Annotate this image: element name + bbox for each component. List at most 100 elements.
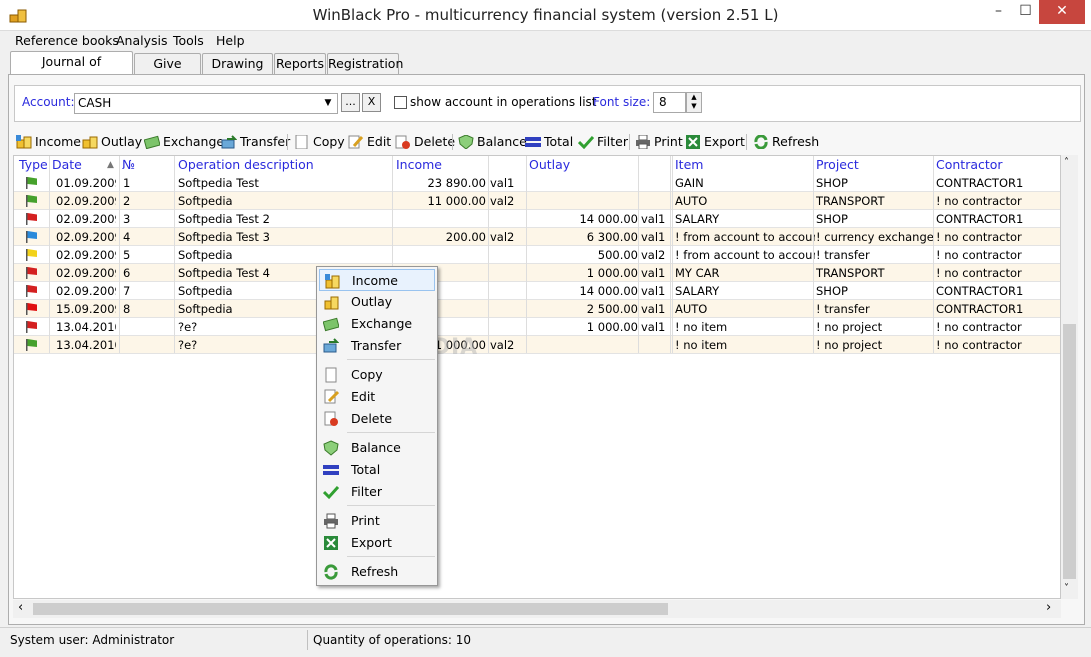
printer-icon: [323, 513, 339, 529]
outlay-button[interactable]: Outlay: [82, 131, 142, 153]
horizontal-scrollbar[interactable]: ‹ ›: [13, 600, 1061, 618]
balance-button[interactable]: Balance: [458, 131, 527, 153]
minimize-button[interactable]: –: [985, 0, 1012, 24]
context-menu-balance[interactable]: Balance: [319, 437, 435, 459]
status-count: Quantity of operations: 10: [313, 633, 472, 647]
column-divider: [672, 156, 673, 353]
clear-account-button[interactable]: X: [362, 93, 381, 112]
tab-strip: Journal of operations Give credit Drawin…: [0, 51, 1091, 90]
context-menu-edit[interactable]: Edit: [319, 386, 435, 408]
scroll-right-arrow[interactable]: ›: [1046, 600, 1051, 615]
menu-reference-books[interactable]: Reference books: [15, 31, 119, 51]
context-menu-total[interactable]: Total: [319, 459, 435, 481]
column-divider: [174, 156, 175, 353]
column-divider: [933, 156, 934, 353]
refresh-button[interactable]: Refresh: [753, 131, 819, 153]
context-menu-filter[interactable]: Filter: [319, 481, 435, 503]
context-menu-separator: [347, 505, 435, 506]
grid-lines: [14, 156, 1060, 353]
total-button[interactable]: Total: [525, 131, 573, 153]
column-divider: [670, 156, 671, 353]
exchange-button[interactable]: Exchange: [143, 131, 224, 153]
menu-tools[interactable]: Tools: [173, 31, 204, 51]
print-button[interactable]: Print: [635, 131, 683, 153]
tab-drawing-up[interactable]: Drawing up: [202, 53, 273, 90]
tab-registration[interactable]: Registration: [327, 53, 403, 74]
copy-button[interactable]: Copy: [294, 131, 345, 153]
menu-bar: Reference books Analysis Tools Help: [0, 31, 1091, 51]
context-menu-copy[interactable]: Copy: [319, 364, 435, 386]
toolbar: Income Outlay Exchange Transfer Copy Edi…: [12, 131, 1082, 153]
scroll-up-arrow[interactable]: ˄: [1064, 157, 1069, 168]
menu-analysis[interactable]: Analysis: [116, 31, 168, 51]
context-menu-print[interactable]: Print: [319, 510, 435, 532]
total-icon: [323, 462, 339, 478]
column-divider: [813, 156, 814, 353]
excel-export-icon: [323, 535, 339, 551]
coins-icon: [324, 273, 340, 289]
income-button[interactable]: Income: [16, 131, 81, 153]
exchange-icon: [143, 134, 161, 150]
context-menu-transfer[interactable]: Transfer: [319, 335, 435, 357]
context-menu-exchange[interactable]: Exchange: [319, 313, 435, 335]
font-size-input[interactable]: 8: [653, 92, 686, 113]
tab-reports[interactable]: Reports: [274, 53, 326, 74]
font-size-label: Font size:: [593, 95, 651, 109]
context-menu-delete[interactable]: Delete: [319, 408, 435, 430]
vertical-scrollbar[interactable]: ˄ ˅: [1061, 155, 1078, 599]
title-bar: WinBlack Pro - multicurrency financial s…: [0, 0, 1091, 31]
vertical-scroll-thumb[interactable]: [1063, 324, 1076, 579]
context-menu-export[interactable]: Export: [319, 532, 435, 554]
column-divider: [488, 156, 489, 353]
column-divider: [526, 156, 527, 353]
context-menu: Income Outlay Exchange Transfer Copy Edit Dele…: [316, 266, 438, 586]
account-select[interactable]: CASH ▼: [74, 93, 338, 114]
scroll-down-arrow[interactable]: ˅: [1064, 583, 1069, 594]
transfer-icon: [323, 338, 340, 354]
status-user: System user: Administrator: [10, 633, 175, 647]
close-button[interactable]: ✕: [1039, 0, 1085, 24]
delete-icon: [323, 411, 339, 427]
tab-journal-of-operations[interactable]: Journal of operations: [10, 51, 133, 89]
delete-icon: [395, 134, 411, 149]
tab-give-credit[interactable]: Give credit: [134, 53, 201, 90]
copy-icon: [294, 134, 310, 150]
edit-button[interactable]: Edit: [348, 131, 391, 153]
coins-icon: [16, 134, 32, 149]
edit-icon: [348, 134, 364, 149]
shield-icon: [458, 134, 474, 150]
filter-button[interactable]: Filter: [577, 131, 628, 153]
menu-help[interactable]: Help: [216, 31, 245, 51]
excel-export-icon: [685, 134, 701, 149]
delete-button[interactable]: Delete: [395, 131, 455, 153]
context-menu-separator: [347, 556, 435, 557]
export-button[interactable]: Export: [685, 131, 745, 153]
total-icon: [525, 134, 541, 148]
toolbar-separator: [629, 134, 630, 150]
show-account-checkbox[interactable]: [394, 96, 407, 109]
font-size-spinner[interactable]: ▲ ▼: [686, 92, 702, 113]
operations-table[interactable]: Type Date ▲ № Operation description Inco…: [13, 155, 1061, 599]
account-label: Account:: [22, 95, 75, 109]
context-menu-separator: [347, 432, 435, 433]
browse-account-button[interactable]: ...: [341, 93, 360, 112]
transfer-button[interactable]: Transfer: [221, 131, 290, 153]
toolbar-separator: [452, 134, 453, 150]
scroll-left-arrow[interactable]: ‹: [18, 600, 23, 615]
show-account-label: show account in operations list: [410, 95, 597, 109]
copy-icon: [323, 367, 339, 383]
context-menu-outlay[interactable]: Outlay: [319, 291, 435, 313]
shield-icon: [323, 440, 339, 456]
maximize-button[interactable]: ☐: [1012, 0, 1039, 24]
context-menu-income[interactable]: Income: [319, 269, 435, 291]
toolbar-separator: [746, 134, 747, 150]
chevron-down-icon[interactable]: ▼: [321, 94, 335, 113]
coins-out-icon: [323, 294, 339, 310]
refresh-icon: [323, 564, 339, 580]
checkmark-icon: [577, 134, 595, 150]
printer-icon: [635, 134, 651, 150]
horizontal-scroll-thumb[interactable]: [33, 603, 668, 615]
toolbar-separator: [287, 134, 288, 150]
context-menu-refresh[interactable]: Refresh: [319, 561, 435, 583]
transfer-icon: [221, 134, 238, 149]
